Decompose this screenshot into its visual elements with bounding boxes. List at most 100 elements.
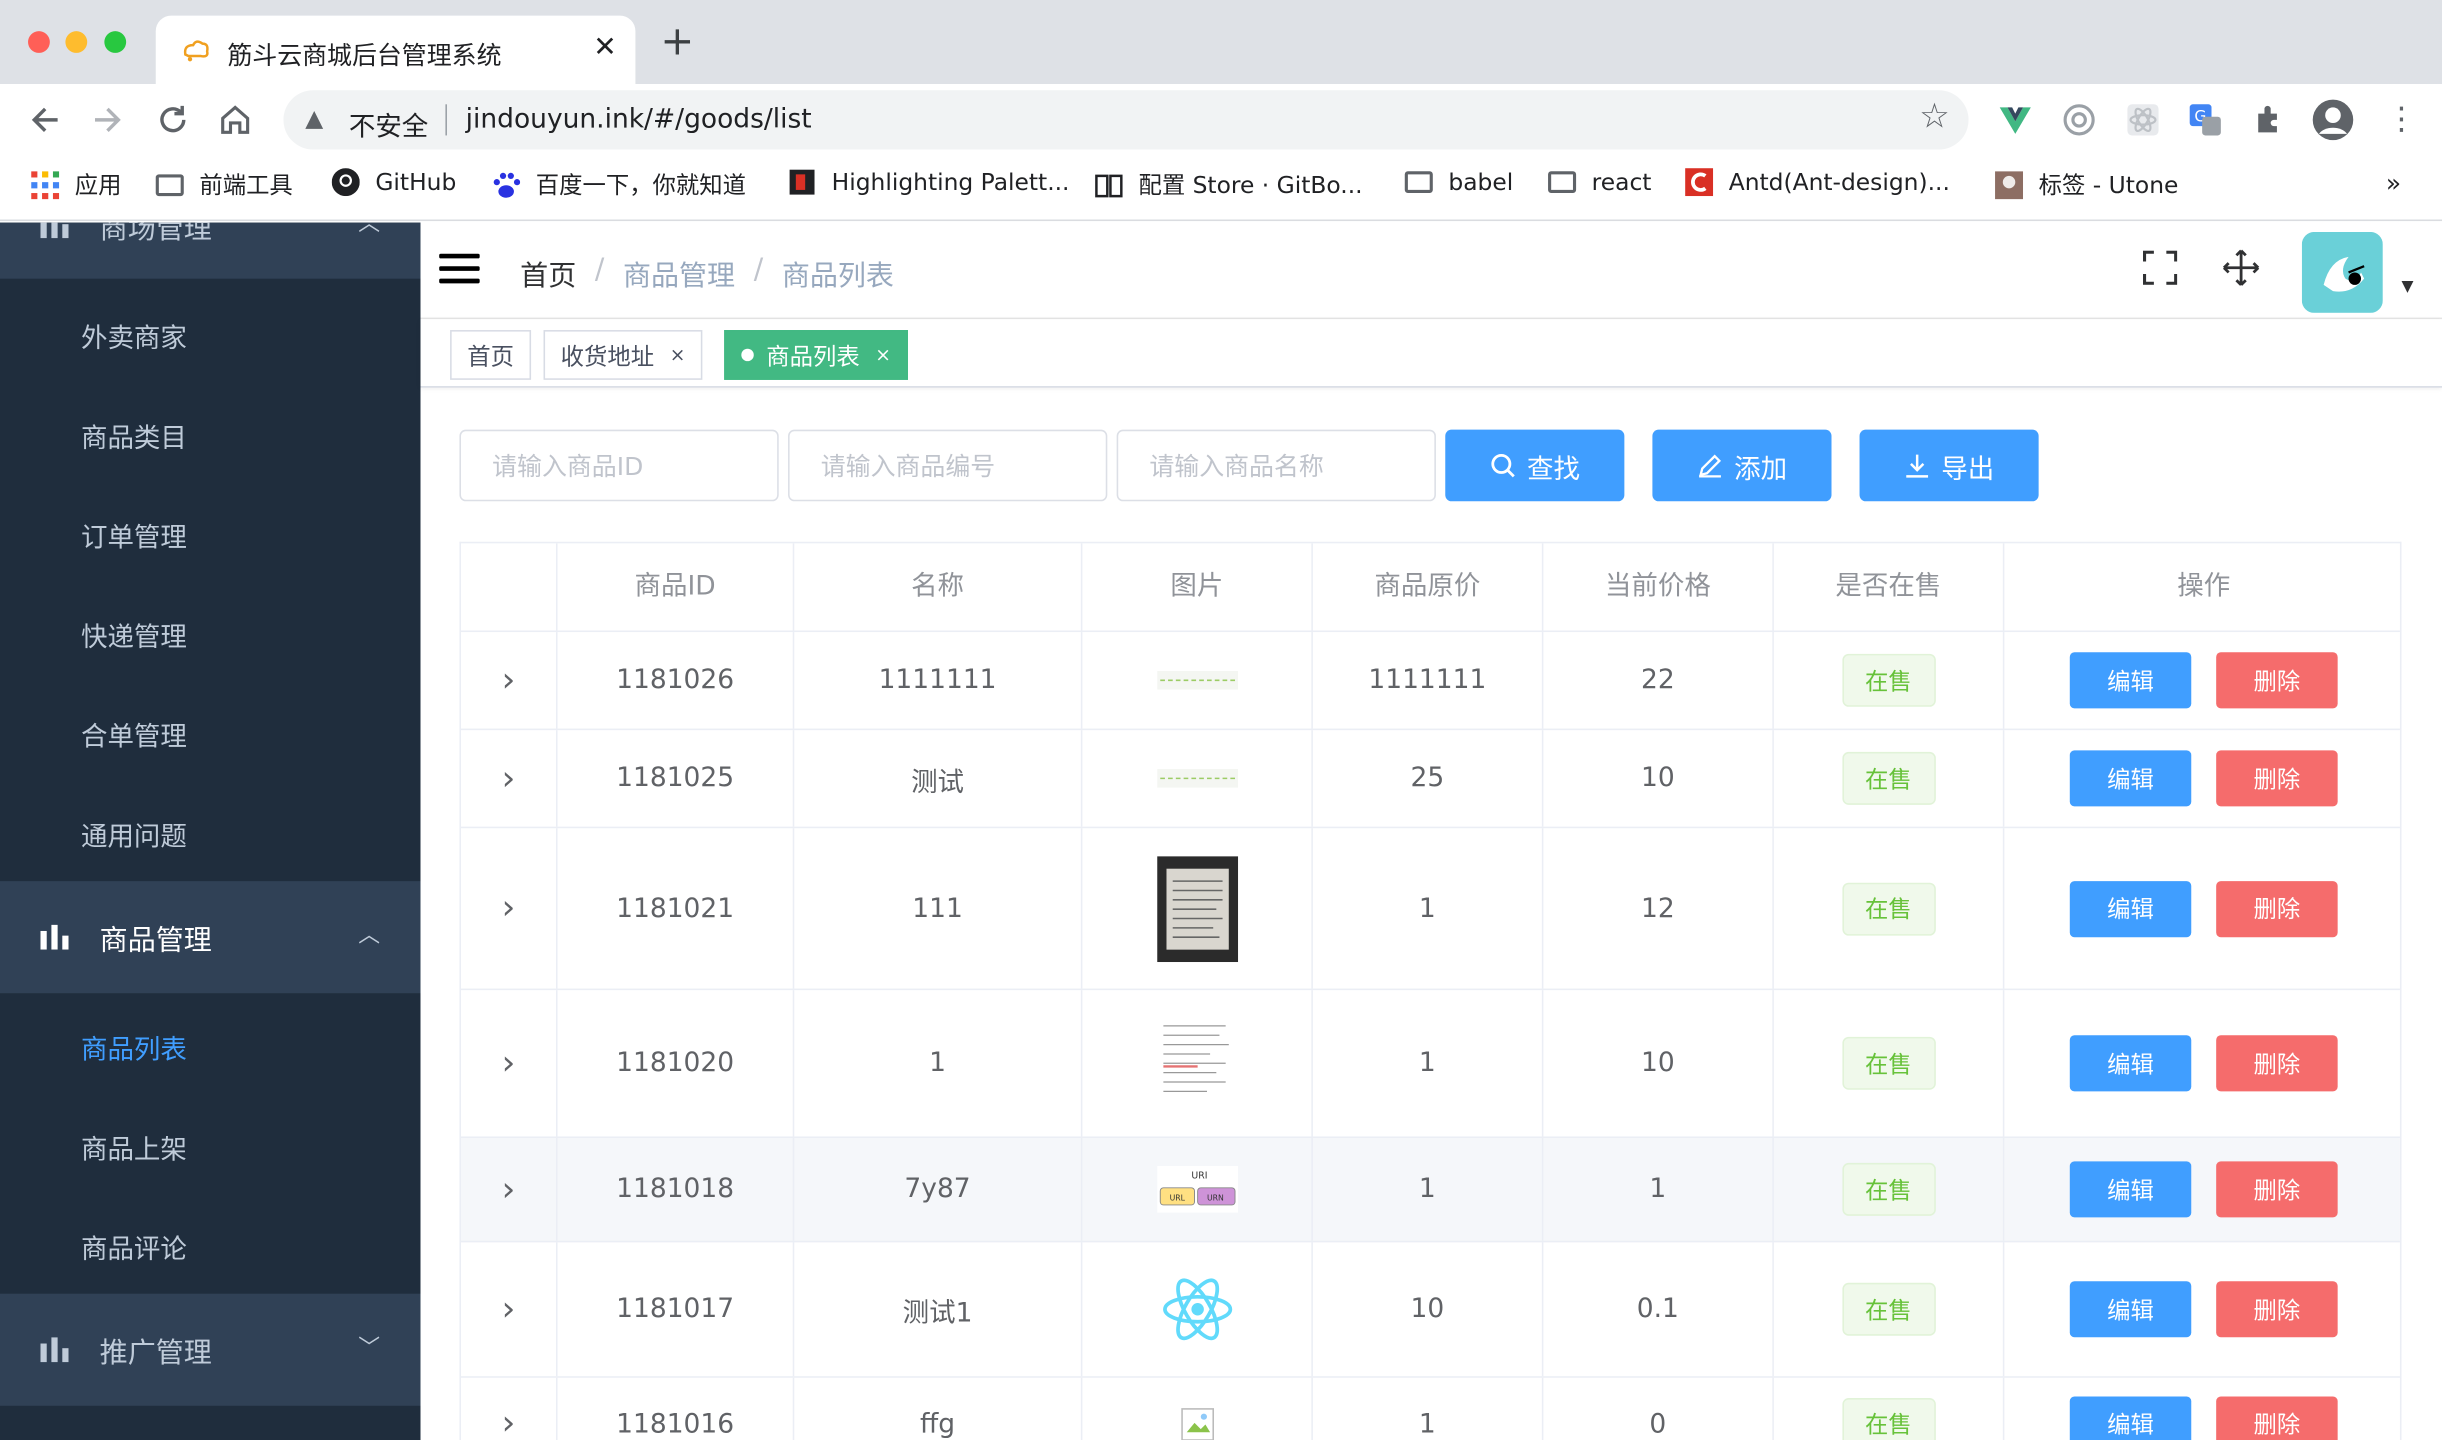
search-button[interactable]: 查找 <box>1445 429 1625 502</box>
bookmark-highlighting[interactable]: Highlighting Palett... <box>788 168 1069 196</box>
tag-address[interactable]: 收货地址 × <box>543 330 703 380</box>
bookmark-gitbook[interactable]: 配置 Store · GitBo... <box>1095 168 1363 201</box>
bookmark-baidu[interactable]: 百度一下，你就知道 <box>492 168 746 201</box>
chevron-right-icon[interactable]: › <box>502 1404 516 1440</box>
forward-icon[interactable] <box>90 103 124 137</box>
goods-name-cell: 1 <box>794 990 1083 1137</box>
caret-down-icon[interactable]: ▼ <box>2402 279 2414 296</box>
fullscreen-icon[interactable] <box>2142 250 2178 285</box>
delete-button[interactable]: 删除 <box>2216 1395 2338 1440</box>
menu-group-mall[interactable]: 商场管理 ︿ <box>0 222 421 279</box>
chevron-right-icon[interactable]: › <box>502 759 516 798</box>
tag-close-icon[interactable]: × <box>670 344 686 366</box>
bookmark-frontend-tools[interactable]: 前端工具 <box>155 168 293 201</box>
url-text[interactable]: jindouyun.ink/#/goods/list <box>466 104 812 135</box>
sidebar-item-goods-comments[interactable]: 商品评论 <box>81 1227 187 1266</box>
profile-avatar-icon[interactable] <box>2311 98 2355 142</box>
column-header-id: 商品ID <box>558 543 795 633</box>
sidebar-item-merge-orders[interactable]: 合单管理 <box>81 715 187 753</box>
delete-button[interactable]: 删除 <box>2216 652 2338 709</box>
maximize-window-button[interactable] <box>104 31 127 53</box>
browser-tab[interactable]: 筋斗云商城后台管理系统 ✕ <box>155 15 636 85</box>
sidebar-item-goods-list[interactable]: 商品列表 <box>81 1027 187 1066</box>
breadcrumb-home[interactable]: 首页 <box>520 254 576 294</box>
bookmark-github[interactable]: GitHub <box>331 168 456 197</box>
translate-icon[interactable]: G <box>2187 101 2224 138</box>
edit-button[interactable]: 编辑 <box>2069 750 2192 807</box>
address-bar[interactable]: ▲ 不安全 jindouyun.ink/#/goods/list ☆ <box>283 90 1969 150</box>
delete-button[interactable]: 删除 <box>2216 880 2338 937</box>
add-button[interactable]: 添加 <box>1652 429 1832 502</box>
menu-group-goods[interactable]: 商品管理 ︿ <box>0 881 421 994</box>
bookmark-react[interactable]: react <box>1548 168 1651 196</box>
chevron-right-icon[interactable]: › <box>502 889 516 928</box>
reload-icon[interactable] <box>156 103 190 137</box>
close-window-button[interactable] <box>28 31 50 53</box>
browser-menu-icon[interactable]: ⋮ <box>2386 100 2417 137</box>
vue-devtools-icon[interactable] <box>1997 101 2034 138</box>
table-row[interactable]: › 1181018 7y87 URI URL URN 1 1 在售 编辑 删除 <box>460 1138 2400 1243</box>
bookmark-antd[interactable]: Antd(Ant-design)... <box>1685 168 1950 197</box>
goods-code-input[interactable] <box>788 429 1108 502</box>
bookmark-utone[interactable]: 标签 - Utone <box>1995 168 2178 201</box>
chevron-right-icon[interactable]: › <box>502 1044 516 1083</box>
tag-goods-list[interactable]: 商品列表 × <box>724 330 909 380</box>
back-icon[interactable] <box>28 103 62 137</box>
chevron-right-icon[interactable]: › <box>502 661 516 700</box>
orig-price-cell: 10 <box>1313 1242 1544 1377</box>
status-badge: 在售 <box>1841 1282 1936 1336</box>
edit-button[interactable]: 编辑 <box>2069 1035 2192 1092</box>
delete-button[interactable]: 删除 <box>2216 1035 2338 1092</box>
extensions-puzzle-icon[interactable] <box>2252 101 2289 138</box>
menu-group-promotion[interactable]: 推广管理 ﹀ <box>0 1293 421 1406</box>
table-row[interactable]: › 1181025 测试 25 10 在售 编辑 删除 <box>460 730 2400 829</box>
goods-id-input[interactable] <box>459 429 779 502</box>
home-icon[interactable] <box>218 103 252 137</box>
sidebar-item-categories[interactable]: 商品类目 <box>81 416 187 454</box>
chevron-right-icon[interactable]: › <box>502 1290 516 1329</box>
download-icon <box>1905 454 1928 478</box>
goods-image-cell: URI URL URN <box>1082 1138 1313 1241</box>
edit-button[interactable]: 编辑 <box>2069 1395 2192 1440</box>
export-button[interactable]: 导出 <box>1859 429 2039 502</box>
bookmark-apps[interactable]: 应用 <box>31 168 122 201</box>
edit-button[interactable]: 编辑 <box>2069 652 2192 709</box>
status-cell: 在售 <box>1774 828 2005 989</box>
minimize-window-button[interactable] <box>65 31 88 53</box>
goods-thumbnail: URI URL URN <box>1156 1166 1238 1213</box>
hamburger-icon[interactable] <box>439 253 480 285</box>
sidebar-item-merchants[interactable]: 外卖商家 <box>81 316 187 355</box>
table-row[interactable]: › 1181016 ffg 1 0 在售 编辑 删除 <box>461 1377 2400 1440</box>
camera-extension-icon[interactable] <box>2060 101 2097 138</box>
sidebar-item-orders[interactable]: 订单管理 <box>81 515 187 554</box>
edit-button[interactable]: 编辑 <box>2069 880 2192 937</box>
react-devtools-icon[interactable] <box>2124 101 2161 138</box>
orig-price-cell: 1 <box>1313 1138 1544 1241</box>
tag-close-icon[interactable]: × <box>875 344 891 366</box>
bookmark-babel[interactable]: babel <box>1404 168 1513 196</box>
move-arrows-icon[interactable] <box>2222 249 2260 286</box>
user-avatar[interactable] <box>2301 231 2383 313</box>
sidebar-item-faq[interactable]: 通用问题 <box>81 814 187 853</box>
status-cell: 在售 <box>1774 1138 2005 1241</box>
new-tab-button[interactable]: + <box>660 22 694 62</box>
status-cell: 在售 <box>1774 1242 2005 1377</box>
goods-name-input[interactable] <box>1116 429 1436 502</box>
sidebar-item-express[interactable]: 快递管理 <box>81 615 187 654</box>
delete-button[interactable]: 删除 <box>2216 1281 2338 1338</box>
tab-close-icon[interactable]: ✕ <box>593 31 617 64</box>
delete-button[interactable]: 删除 <box>2216 1161 2338 1218</box>
table-row[interactable]: › 1181021 111 1 12 在售 编辑 删除 <box>460 828 2400 991</box>
delete-button[interactable]: 删除 <box>2216 750 2338 807</box>
svg-text:URN: URN <box>1206 1193 1223 1202</box>
chevron-right-icon[interactable]: › <box>502 1170 516 1209</box>
table-row[interactable]: › 1181026 1111111 1111111 22 在售 编辑 删除 <box>460 632 2400 731</box>
bookmarks-overflow-icon[interactable]: » <box>2386 168 2401 198</box>
sidebar-item-goods-shelf[interactable]: 商品上架 <box>81 1127 187 1166</box>
table-row[interactable]: › 1181017 测试1 10 0.1 在售 编辑 删除 <box>460 1242 2400 1378</box>
tag-home[interactable]: 首页 <box>450 330 532 380</box>
table-row[interactable]: › 1181020 1 1 10 在售 编辑 删除 <box>460 990 2400 1139</box>
edit-button[interactable]: 编辑 <box>2069 1161 2192 1218</box>
bookmark-star-icon[interactable]: ☆ <box>1919 98 1950 137</box>
edit-button[interactable]: 编辑 <box>2069 1281 2192 1338</box>
